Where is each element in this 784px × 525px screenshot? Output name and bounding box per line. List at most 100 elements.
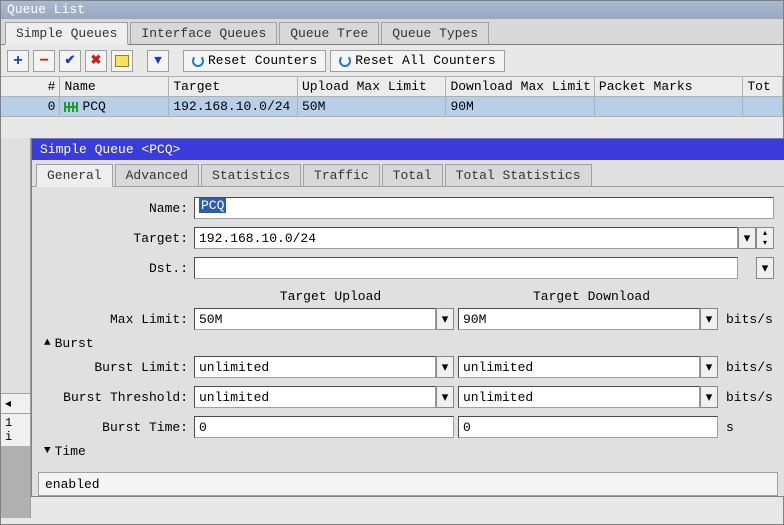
unit-bits-s: bits/s [722, 360, 774, 375]
hdr-target-download: Target Download [461, 289, 722, 304]
minus-icon: − [39, 52, 49, 70]
reset-counters-button[interactable]: Reset Counters [183, 50, 326, 72]
col-name[interactable]: Name [60, 77, 169, 96]
check-icon: ✔ [65, 53, 76, 68]
burst-limit-download-field[interactable] [458, 356, 700, 378]
disable-button[interactable]: ✖ [85, 50, 107, 72]
tab-general[interactable]: General [36, 164, 113, 187]
main-tabs: Simple Queues Interface Queues Queue Tre… [1, 19, 783, 45]
filter-button[interactable]: ▼ [147, 50, 169, 72]
target-field[interactable] [194, 227, 738, 249]
comment-button[interactable] [111, 50, 133, 72]
grid-header: # Name Target Upload Max Limit Download … [1, 77, 783, 97]
label-burst-time: Burst Time: [38, 420, 194, 435]
burst-time-upload-field[interactable] [194, 416, 454, 438]
label-target: Target: [38, 231, 194, 246]
dst-field[interactable] [194, 257, 738, 279]
reset-counters-label: Reset Counters [208, 53, 317, 68]
time-section-header[interactable]: ▼ Time [38, 442, 774, 460]
chevron-down-icon: ▾ [442, 312, 449, 327]
toolbar: + − ✔ ✖ ▼ Reset Counters Reset All Count… [1, 45, 783, 77]
reset-all-counters-button[interactable]: Reset All Counters [330, 50, 504, 72]
reset-icon [339, 55, 351, 67]
cell-download: 90M [446, 97, 594, 116]
burst-threshold-download-field[interactable] [458, 386, 700, 408]
status-bar: enabled [38, 472, 778, 496]
tab-simple-queues[interactable]: Simple Queues [5, 22, 128, 45]
cell-upload: 50M [298, 97, 446, 116]
burst-time-download-field[interactable] [458, 416, 718, 438]
chevron-down-icon: ▾ [706, 390, 713, 405]
col-download-max-limit[interactable]: Download Max Limit [446, 77, 594, 96]
name-value: PCQ [199, 198, 226, 213]
label-max-limit: Max Limit: [38, 312, 194, 327]
time-label: Time [55, 444, 86, 459]
hdr-target-upload: Target Upload [200, 289, 461, 304]
simple-queue-dialog: Simple Queue <PCQ> General Advanced Stat… [31, 138, 784, 497]
dialog-title: Simple Queue <PCQ> [32, 139, 784, 160]
dialog-tabs: General Advanced Statistics Traffic Tota… [32, 160, 784, 187]
label-burst-threshold: Burst Threshold: [38, 390, 194, 405]
tab-traffic[interactable]: Traffic [303, 164, 380, 186]
burst-threshold-upload-dropdown[interactable]: ▾ [436, 386, 454, 408]
form-area: Name: PCQ Target: ▾ ▴▾ Dst.: ▾ Target Up… [32, 187, 784, 466]
burst-threshold-upload-field[interactable] [194, 386, 436, 408]
cell-name-text: PCQ [82, 99, 105, 114]
col-target[interactable]: Target [169, 77, 298, 96]
queue-grid: # Name Target Upload Max Limit Download … [1, 77, 783, 117]
triangle-down-icon: ▼ [44, 445, 51, 457]
left-strip-b: 1 i [1, 413, 30, 446]
plus-icon: + [13, 52, 23, 70]
remove-button[interactable]: − [33, 50, 55, 72]
target-dropdown[interactable]: ▾ [738, 227, 756, 249]
max-limit-download-dropdown[interactable]: ▾ [700, 308, 718, 330]
burst-threshold-download-dropdown[interactable]: ▾ [700, 386, 718, 408]
burst-limit-upload-field[interactable] [194, 356, 436, 378]
max-limit-upload-dropdown[interactable]: ▾ [436, 308, 454, 330]
cell-total [743, 97, 783, 116]
unit-s: s [722, 420, 774, 435]
chevron-down-icon: ▾ [706, 312, 713, 327]
col-num[interactable]: # [1, 77, 60, 96]
left-strip-a[interactable]: ◂ [1, 393, 30, 413]
burst-limit-download-dropdown[interactable]: ▾ [700, 356, 718, 378]
max-limit-download-field[interactable] [458, 308, 700, 330]
x-icon: ✖ [91, 53, 102, 68]
name-field[interactable]: PCQ [194, 197, 774, 219]
tab-queue-tree[interactable]: Queue Tree [279, 22, 379, 44]
funnel-icon: ▼ [154, 53, 162, 68]
window-title: Queue List [1, 1, 783, 19]
cell-num: 0 [1, 97, 60, 116]
label-name: Name: [38, 201, 194, 216]
tab-advanced[interactable]: Advanced [115, 164, 199, 186]
table-row[interactable]: 0 PCQ 192.168.10.0/24 50M 90M [1, 97, 783, 116]
col-packet-marks[interactable]: Packet Marks [595, 77, 743, 96]
tab-interface-queues[interactable]: Interface Queues [130, 22, 277, 44]
unit-bits-s: bits/s [722, 390, 774, 405]
dst-dropdown[interactable]: ▾ [756, 257, 774, 279]
burst-label: Burst [55, 336, 94, 351]
tab-queue-types[interactable]: Queue Types [381, 22, 489, 44]
target-updown[interactable]: ▴▾ [756, 227, 774, 249]
tab-statistics[interactable]: Statistics [201, 164, 301, 186]
enable-button[interactable]: ✔ [59, 50, 81, 72]
tab-total[interactable]: Total [382, 164, 443, 186]
triangle-up-icon: ▲ [44, 337, 51, 349]
chevron-down-icon: ▾ [757, 238, 773, 248]
cell-name: PCQ [60, 97, 169, 116]
tab-total-statistics[interactable]: Total Statistics [445, 164, 592, 186]
col-upload-max-limit[interactable]: Upload Max Limit [298, 77, 446, 96]
add-button[interactable]: + [7, 50, 29, 72]
chevron-down-icon: ▾ [706, 360, 713, 375]
burst-section-header[interactable]: ▲ Burst [38, 334, 774, 352]
chevron-down-icon: ▾ [442, 390, 449, 405]
cell-packet-marks [595, 97, 743, 116]
label-dst: Dst.: [38, 261, 194, 276]
chevron-down-icon: ▾ [744, 231, 751, 246]
chevron-down-icon: ▾ [442, 360, 449, 375]
left-strip: ◂ 1 i [1, 138, 31, 518]
label-burst-limit: Burst Limit: [38, 360, 194, 375]
burst-limit-upload-dropdown[interactable]: ▾ [436, 356, 454, 378]
col-total[interactable]: Tot [743, 77, 783, 96]
max-limit-upload-field[interactable] [194, 308, 436, 330]
